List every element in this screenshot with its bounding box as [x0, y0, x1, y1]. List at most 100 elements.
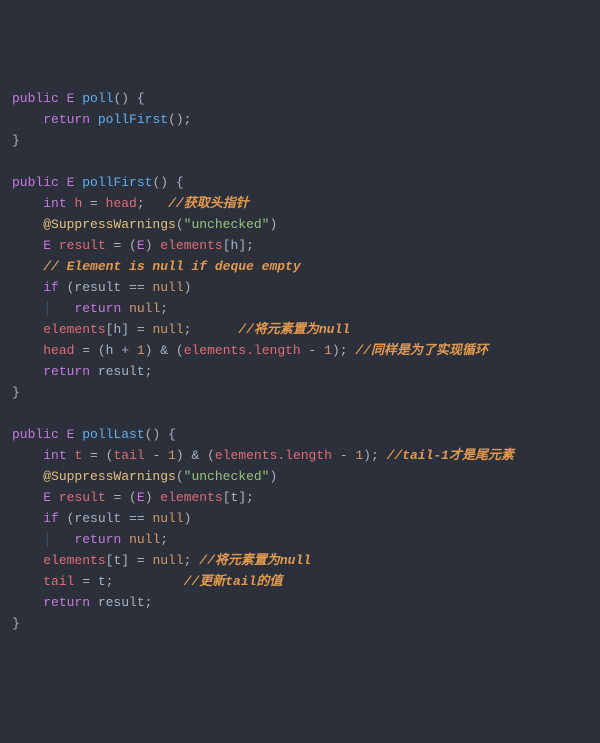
punct: [t]; [223, 490, 254, 505]
punct: ); [332, 343, 355, 358]
punct: ) [184, 280, 192, 295]
punct: ) [184, 511, 192, 526]
punct: ) [145, 238, 161, 253]
type-E: E [43, 238, 51, 253]
indent-guide: │ [43, 532, 74, 547]
keyword-int: int [43, 196, 66, 211]
punct: () { [152, 175, 183, 190]
string: "unchecked" [184, 469, 270, 484]
punct: ; [184, 322, 239, 337]
keyword-return: return [74, 301, 121, 316]
var-result: result [59, 238, 106, 253]
punct: ; [137, 196, 168, 211]
brace-close: } [12, 133, 20, 148]
keyword-int: int [43, 448, 66, 463]
field-elements: elements [43, 322, 105, 337]
string: "unchecked" [184, 217, 270, 232]
keyword-return: return [43, 595, 90, 610]
literal-null: null [152, 553, 183, 568]
punct: ( [176, 217, 184, 232]
keyword-public: public [12, 91, 59, 106]
number: 1 [324, 343, 332, 358]
punct: = t; [74, 574, 183, 589]
punct: (result == [59, 511, 153, 526]
punct: ) [269, 469, 277, 484]
field-tail: tail [43, 574, 74, 589]
length: .length [246, 343, 301, 358]
comment: //获取头指针 [168, 196, 249, 211]
punct: = ( [106, 238, 137, 253]
comment: //将元素置为null [199, 553, 311, 568]
punct: - [145, 448, 168, 463]
method-name: poll [82, 91, 113, 106]
punct: [h] = [106, 322, 153, 337]
keyword-return: return [43, 364, 90, 379]
punct: [h]; [223, 238, 254, 253]
field-elements: elements [160, 490, 222, 505]
punct: = ( [82, 448, 113, 463]
code-block: public E poll() { return pollFirst(); } … [12, 88, 588, 634]
type-E: E [67, 91, 75, 106]
method-name: pollLast [82, 427, 144, 442]
keyword-if: if [43, 511, 59, 526]
punct: - [301, 343, 324, 358]
field-tail: tail [113, 448, 144, 463]
keyword-public: public [12, 175, 59, 190]
punct: ; [184, 553, 200, 568]
number: 1 [355, 448, 363, 463]
comment: //将元素置为null [238, 322, 350, 337]
comment: //tail-1才是尾元素 [387, 448, 514, 463]
comment: //更新tail的值 [184, 574, 283, 589]
punct: = ( [106, 490, 137, 505]
annotation: @SuppressWarnings [43, 469, 176, 484]
literal-null: null [129, 301, 160, 316]
punct: ( [176, 469, 184, 484]
type-E: E [43, 490, 51, 505]
field-elements: elements [215, 448, 277, 463]
punct: () { [145, 427, 176, 442]
field-elements: elements [184, 343, 246, 358]
punct: ; [160, 301, 168, 316]
punct: ); [363, 448, 386, 463]
literal-null: null [152, 322, 183, 337]
number: 1 [137, 343, 145, 358]
punct: - [332, 448, 355, 463]
punct: (); [168, 112, 191, 127]
call: pollFirst [98, 112, 168, 127]
punct: = [82, 196, 105, 211]
punct: result; [90, 364, 152, 379]
keyword-return: return [43, 112, 90, 127]
literal-null: null [152, 280, 183, 295]
keyword-return: return [74, 532, 121, 547]
punct: = (h + [74, 343, 136, 358]
literal-null: null [152, 511, 183, 526]
annotation: @SuppressWarnings [43, 217, 176, 232]
punct: ) & ( [176, 448, 215, 463]
punct: [t] = [106, 553, 153, 568]
type-E: E [67, 175, 75, 190]
type-E: E [67, 427, 75, 442]
field-elements: elements [43, 553, 105, 568]
number: 1 [168, 448, 176, 463]
punct: ) [269, 217, 277, 232]
brace-close: } [12, 616, 20, 631]
punct: () { [113, 91, 144, 106]
length: .length [277, 448, 332, 463]
comment: // Element is null if deque empty [43, 259, 300, 274]
comment: //同样是为了实现循环 [355, 343, 488, 358]
punct: result; [90, 595, 152, 610]
punct: ; [160, 532, 168, 547]
field-head: head [106, 196, 137, 211]
keyword-public: public [12, 427, 59, 442]
keyword-if: if [43, 280, 59, 295]
method-name: pollFirst [82, 175, 152, 190]
field-head: head [43, 343, 74, 358]
punct: ) [145, 490, 161, 505]
field-elements: elements [160, 238, 222, 253]
type-E: E [137, 238, 145, 253]
literal-null: null [129, 532, 160, 547]
type-E: E [137, 490, 145, 505]
indent-guide: │ [43, 301, 74, 316]
punct: (result == [59, 280, 153, 295]
brace-close: } [12, 385, 20, 400]
